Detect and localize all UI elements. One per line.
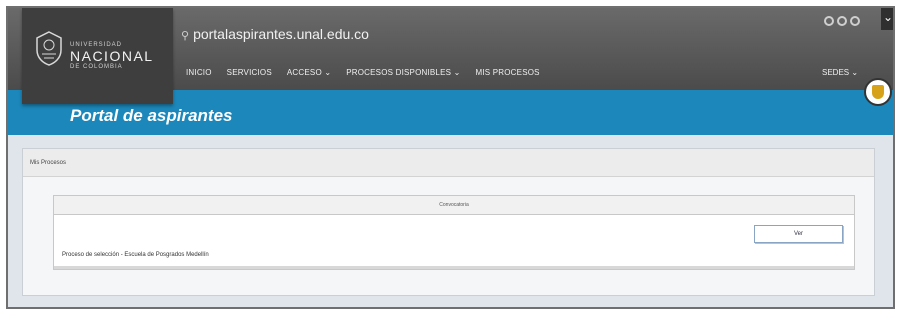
view-button[interactable]: Ver xyxy=(754,225,843,243)
card-title: Mis Procesos xyxy=(23,149,874,177)
logo-big-text: NACIONAL xyxy=(70,48,154,64)
expand-chevron-icon[interactable]: ⌄ xyxy=(881,8,893,30)
location-pin-icon: ⚲ xyxy=(181,30,190,42)
social-icon[interactable] xyxy=(850,16,860,26)
nav-item-servicios[interactable]: SERVICIOS xyxy=(227,68,272,77)
browser-frame: UNIVERSIDAD NACIONAL DE COLOMBIA ⚲ portal… xyxy=(6,6,895,309)
main-nav: INICIO SERVICIOS ACCESO ⌄ PROCESOS DISPO… xyxy=(186,68,540,77)
nav-item-inicio[interactable]: INICIO xyxy=(186,68,212,77)
nav-item-procesos-disponibles-label: PROCESOS DISPONIBLES xyxy=(346,68,452,77)
table-divider xyxy=(54,266,854,269)
chevron-down-icon: ⌄ xyxy=(324,68,332,77)
page-title: Portal de aspirantes xyxy=(70,106,233,125)
processes-table: Convocatoria Proceso de selección - Escu… xyxy=(53,195,855,270)
site-header: UNIVERSIDAD NACIONAL DE COLOMBIA ⚲ portal… xyxy=(8,8,893,104)
nav-item-mis-procesos[interactable]: MIS PROCESOS xyxy=(476,68,540,77)
nav-item-sedes-label: SEDES xyxy=(822,68,850,77)
university-logo[interactable]: UNIVERSIDAD NACIONAL DE COLOMBIA xyxy=(22,8,173,104)
nav-item-acceso-label: ACCESO xyxy=(286,68,322,77)
social-icon[interactable] xyxy=(824,16,834,26)
table-header: Convocatoria xyxy=(54,196,854,215)
nav-item-procesos-disponibles[interactable]: PROCESOS DISPONIBLES ⌄ xyxy=(346,68,460,77)
social-icon[interactable] xyxy=(837,16,847,26)
chevron-down-icon: ⌄ xyxy=(453,68,461,77)
social-links xyxy=(824,16,860,26)
nav-item-sedes[interactable]: SEDES ⌄ xyxy=(822,68,858,77)
colombia-seal-icon xyxy=(864,78,892,106)
crest-icon xyxy=(36,31,62,66)
site-url[interactable]: ⚲ portalaspirantes.unal.edu.co xyxy=(181,26,369,42)
nav-item-acceso[interactable]: ACCESO ⌄ xyxy=(287,68,331,77)
process-row-label: Proceso de selección - Escuela de Posgra… xyxy=(62,252,209,258)
logo-sub-text: DE COLOMBIA xyxy=(70,64,123,70)
site-url-text: portalaspirantes.unal.edu.co xyxy=(193,26,369,42)
mis-procesos-card: Mis Procesos Convocatoria Proceso de sel… xyxy=(22,148,875,296)
logo-wordmark: UNIVERSIDAD NACIONAL DE COLOMBIA xyxy=(70,42,154,71)
chevron-down-icon: ⌄ xyxy=(851,68,859,77)
